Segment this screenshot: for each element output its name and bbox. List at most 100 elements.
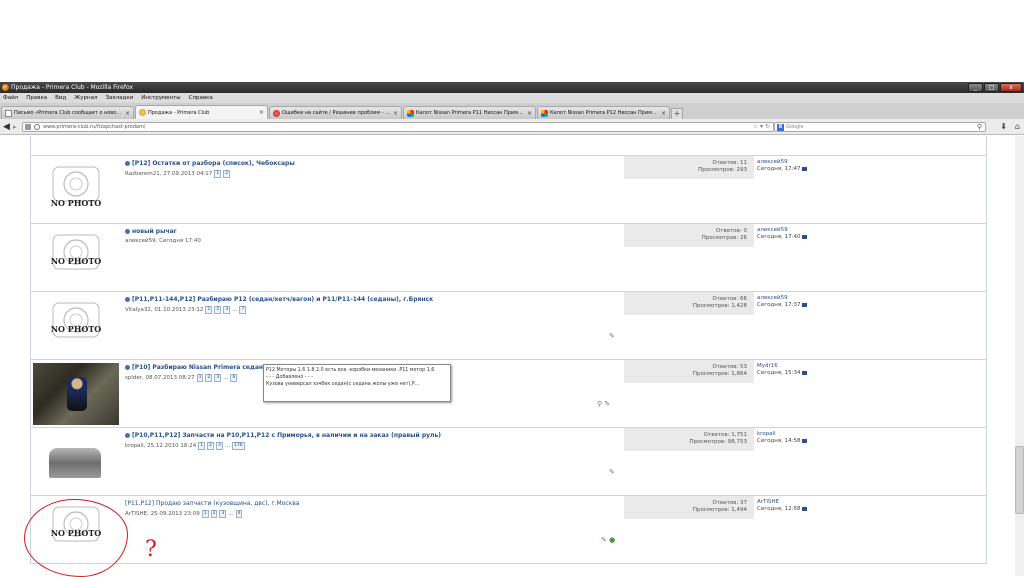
- page-link[interactable]: 1: [205, 306, 213, 314]
- topic-photo-thumbnail[interactable]: [49, 448, 101, 478]
- question-mark-annotation: ?: [145, 537, 157, 562]
- topic-info: [P11,P12] Продаю запчасти (кузовщина, дв…: [125, 500, 595, 518]
- close-tab-icon[interactable]: ×: [661, 110, 666, 117]
- tab-mail[interactable]: Письмо «Primera Club сообщает о ново... …: [1, 106, 134, 119]
- home-icon[interactable]: ⌂: [1015, 122, 1020, 131]
- go-to-last-post-icon[interactable]: [801, 302, 807, 307]
- url-bar[interactable]: www.primera-club.ru/f/zapchast-prodam/ ☆…: [22, 122, 774, 132]
- minimize-button[interactable]: _: [968, 83, 983, 92]
- go-to-last-post-icon[interactable]: [801, 438, 807, 443]
- last-post-author[interactable]: ArTISHE: [757, 499, 917, 506]
- bookmark-star-icon[interactable]: ☆ ▾ ↻: [753, 123, 770, 131]
- tab-hood-p12[interactable]: Капот Nissan Primera P12 Ниссан Прим... …: [537, 106, 670, 119]
- last-post-author[interactable]: Mydr16: [757, 363, 917, 370]
- last-post-author[interactable]: алексей59: [757, 295, 917, 302]
- page-link[interactable]: 2: [210, 510, 218, 518]
- close-tab-icon[interactable]: ×: [393, 110, 398, 117]
- page-link[interactable]: 176: [232, 442, 245, 450]
- close-tab-icon[interactable]: ×: [259, 109, 264, 116]
- topic-author-date: spider, 08.07.2013 08:27: [125, 375, 195, 381]
- page-link[interactable]: 6: [230, 374, 238, 382]
- page-link[interactable]: 2: [207, 442, 214, 450]
- menu-file[interactable]: Файл: [3, 95, 18, 101]
- last-post-author[interactable]: алексей59: [757, 227, 917, 234]
- topic-info: [P10,P11,P12] Запчасти на P10,P11,P12 с …: [125, 432, 595, 450]
- close-window-button[interactable]: x: [1000, 83, 1022, 92]
- replies-count: Ответов: 53: [712, 364, 747, 370]
- last-post-date: Сегодня, 14:58: [757, 438, 801, 444]
- search-engine-icon[interactable]: 8: [777, 123, 784, 131]
- tab-sale[interactable]: Продажа - Primera Club ×: [135, 105, 268, 119]
- topic-status-icon: [125, 297, 130, 302]
- page-link[interactable]: 2: [214, 306, 222, 314]
- back-button[interactable]: ◀: [3, 122, 13, 132]
- topic-photo-thumbnail[interactable]: [33, 363, 119, 425]
- last-post-author[interactable]: kropali: [757, 431, 917, 438]
- topic-title[interactable]: [P12] Остатки от разбора (список), Чебок…: [132, 160, 295, 167]
- topic-title[interactable]: [P11,P12] Продаю запчасти (кузовщина, дв…: [125, 500, 299, 507]
- firefox-icon: [2, 84, 9, 91]
- replies-count: Ответов: 0: [715, 228, 747, 234]
- menu-bookmarks[interactable]: Закладки: [105, 95, 133, 101]
- page-link[interactable]: 1: [196, 374, 204, 382]
- tooltip-line: - - - Добавлено - - -: [266, 375, 314, 380]
- go-to-last-post-icon[interactable]: [801, 166, 807, 171]
- page-link[interactable]: 3: [223, 306, 231, 314]
- page-link[interactable]: 3: [215, 442, 223, 450]
- page-link[interactable]: 2: [205, 374, 213, 382]
- menu-history[interactable]: Журнал: [74, 95, 97, 101]
- table-row: NO PHOTO новый рычаг алексей59, Сегодня …: [30, 224, 987, 292]
- table-row: NO PHOTO [P11,P12] Продаю запчасти (кузо…: [30, 496, 987, 564]
- menu-edit[interactable]: Правка: [26, 95, 47, 101]
- menu-help[interactable]: Справка: [189, 95, 213, 101]
- topic-stats: Ответов: 66 Просмотров: 1,428: [624, 292, 754, 315]
- downloads-icon[interactable]: ⬇: [1000, 122, 1007, 131]
- menu-view[interactable]: Вид: [55, 95, 66, 101]
- page-link[interactable]: 4: [235, 510, 243, 518]
- nophoto-thumbnail[interactable]: NO PHOTO: [33, 227, 119, 289]
- close-tab-icon[interactable]: ×: [125, 110, 130, 117]
- go-to-last-post-icon[interactable]: [801, 370, 807, 375]
- page-link[interactable]: 7: [239, 306, 247, 314]
- window-titlebar: Продажа - Primera Club - Mozilla Firefox…: [0, 82, 1024, 93]
- topic-info: [P11,P11-144,P12] Разбираю P12 (седан/хе…: [125, 296, 595, 314]
- topic-stats: Ответов: 37 Просмотров: 1,494: [624, 496, 754, 519]
- page-link[interactable]: 1: [198, 442, 206, 450]
- last-post-date: Сегодня, 15:34: [757, 370, 801, 376]
- close-tab-icon[interactable]: ×: [527, 110, 532, 117]
- page-link[interactable]: 1: [214, 170, 222, 178]
- multicolor-icon: [407, 109, 414, 117]
- nophoto-thumbnail[interactable]: NO PHOTO: [33, 295, 119, 357]
- tab-label: Капот Nissan Primera P12 Ниссан Прим...: [550, 110, 657, 116]
- new-tab-button[interactable]: +: [671, 108, 683, 119]
- topic-author-date: Vitalya32, 01.10.2013 23:12: [125, 307, 204, 313]
- forward-button[interactable]: ▸: [13, 122, 21, 132]
- topic-title[interactable]: [P10,P11,P12] Запчасти на P10,P11,P12 с …: [132, 432, 441, 439]
- search-icon[interactable]: ⚲: [977, 123, 982, 131]
- site-identity-icon[interactable]: [25, 124, 31, 130]
- page-link[interactable]: 3: [214, 374, 222, 382]
- page-link[interactable]: 3: [219, 510, 227, 518]
- last-post-date: Сегодня, 17:40: [757, 234, 801, 240]
- tab-errors[interactable]: Ошибки на сайте / Решение проблем - ... …: [269, 106, 402, 119]
- go-to-last-post-icon[interactable]: [801, 234, 807, 239]
- replies-count: Ответов: 37: [712, 500, 747, 506]
- menu-tools[interactable]: Инструменты: [141, 95, 180, 101]
- page-link[interactable]: 2: [223, 170, 231, 178]
- search-input[interactable]: Google: [786, 124, 804, 130]
- maximize-button[interactable]: □: [984, 83, 999, 92]
- search-bar[interactable]: 8 Google ⚲: [774, 122, 986, 132]
- topic-title[interactable]: [P11,P11-144,P12] Разбираю P12 (седан/хе…: [132, 296, 433, 303]
- views-count: Просмотров: 1,494: [692, 507, 747, 513]
- scrollbar-thumb[interactable]: [1015, 446, 1024, 514]
- topic-title[interactable]: [P10] Разбираю Nissan Primera седан: [132, 364, 263, 371]
- page-link[interactable]: 1: [201, 510, 209, 518]
- nophoto-thumbnail[interactable]: NO PHOTO: [33, 159, 119, 221]
- topic-title[interactable]: новый рычаг: [132, 228, 177, 235]
- toolbar-icons: ⬇ ⌂: [1000, 122, 1020, 131]
- page-ellipsis: ...: [232, 307, 238, 313]
- topic-status-icon: [125, 365, 130, 370]
- go-to-last-post-icon[interactable]: [801, 506, 807, 511]
- tab-hood-p11[interactable]: Капот Nissan Primera P11 Ниссан Прим... …: [403, 106, 536, 119]
- last-post-author[interactable]: алексей59: [757, 159, 917, 166]
